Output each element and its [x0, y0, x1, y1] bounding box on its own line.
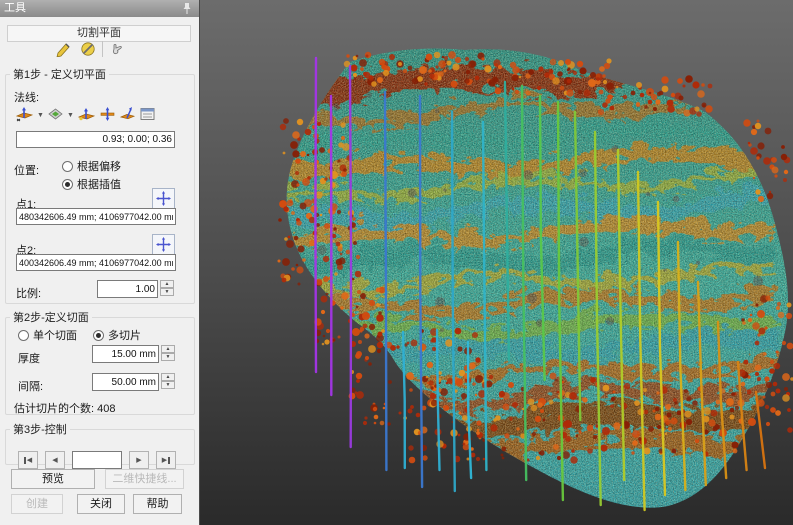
spin-down-button[interactable]: ▼	[161, 381, 175, 389]
spacing-value-field[interactable]	[92, 373, 159, 391]
step3-group: 第3步-控制 ◀ ◀ ▶ ▶	[5, 421, 195, 465]
view-normal-icon[interactable]	[47, 106, 64, 125]
step1-label: 第1步 - 定义切平面	[10, 66, 109, 82]
disable-plane-icon[interactable]	[78, 39, 98, 59]
edit-plane-icon[interactable]	[54, 39, 74, 59]
slice-count-label: 估计切片的个数:	[14, 403, 94, 415]
slice-count-estimate: 估计切片的个数: 408	[14, 400, 115, 416]
tools-dock-panel: 工具 切割平面 第1步 - 定义切平面 法线: ▼	[0, 0, 200, 525]
scale-value-field[interactable]	[97, 280, 158, 298]
dropdown-arrow-icon[interactable]: ▼	[67, 112, 74, 119]
dropdown-arrow-icon[interactable]: ▼	[37, 112, 44, 119]
last-slice-button[interactable]: ▶	[156, 451, 176, 469]
application-window: 工具 切割平面 第1步 - 定义切平面 法线: ▼	[0, 0, 793, 525]
slice-position-field[interactable]	[72, 451, 122, 469]
help-button[interactable]: 帮助	[133, 494, 182, 514]
radio-circle[interactable]	[18, 330, 29, 341]
scale-label: 比例:	[16, 285, 41, 301]
scale-spinbox: ▲▼	[97, 280, 174, 298]
spin-down-button[interactable]: ▼	[160, 288, 174, 296]
align-normal-icon[interactable]	[119, 106, 136, 125]
close-button[interactable]: 关闭	[77, 494, 125, 514]
radio-by-offset[interactable]: 根据偏移	[62, 158, 121, 174]
toolbar-separator	[102, 41, 103, 57]
spin-up-button[interactable]: ▲	[161, 345, 175, 353]
radio-single-section[interactable]: 单个切面	[18, 327, 77, 343]
plane-from-points-icon[interactable]	[77, 106, 96, 125]
radio-single-section-label: 单个切面	[33, 330, 77, 342]
first-slice-button[interactable]: ◀	[18, 451, 38, 469]
point2-value-field[interactable]	[16, 254, 176, 271]
spacing-spinbox: ▲▼	[92, 373, 175, 391]
spacing-label: 间隔:	[18, 378, 43, 394]
next-slice-button[interactable]: ▶	[129, 451, 149, 469]
radio-multi-slice[interactable]: 多切片	[93, 327, 141, 343]
step2-label: 第2步-定义切面	[10, 309, 92, 325]
step3-label: 第3步-控制	[10, 421, 70, 437]
invert-normal-icon[interactable]	[99, 106, 116, 125]
panel-title: 工具	[4, 2, 26, 14]
create-button[interactable]: 创建	[11, 494, 63, 514]
radio-by-value[interactable]: 根据插值	[62, 176, 121, 192]
pick-hand-icon[interactable]	[107, 39, 127, 59]
point1-value-field[interactable]	[16, 208, 176, 225]
pin-icon[interactable]	[181, 2, 193, 15]
radio-circle[interactable]	[62, 161, 73, 172]
normal-label: 法线:	[14, 89, 39, 105]
point1-pick-button[interactable]	[152, 188, 175, 209]
radio-by-value-label: 根据插值	[77, 179, 121, 191]
radio-circle[interactable]	[93, 330, 104, 341]
spin-up-button[interactable]: ▲	[160, 280, 174, 288]
normal-tools-row: ▼ ▼	[15, 106, 156, 125]
point2-pick-button[interactable]	[152, 234, 175, 255]
pointcloud-rockface[interactable]	[200, 0, 793, 525]
previous-slice-button[interactable]: ◀	[45, 451, 65, 469]
polyline-2d-button[interactable]: 二维快捷线...	[105, 469, 184, 489]
thickness-spinbox: ▲▼	[92, 345, 175, 363]
radio-circle[interactable]	[62, 179, 73, 190]
numeric-input-icon[interactable]	[139, 106, 156, 125]
viewport-3d[interactable]	[200, 0, 793, 525]
normal-value-field[interactable]	[16, 131, 175, 148]
axis-normal-icon[interactable]	[15, 106, 34, 125]
panel-titlebar[interactable]: 工具	[0, 0, 199, 17]
preview-button[interactable]: 预览	[11, 469, 95, 489]
slice-count-value: 408	[97, 403, 115, 415]
position-label: 位置:	[14, 162, 39, 178]
cutplane-toolbar	[54, 39, 127, 59]
slice-navigation: ◀ ◀ ▶ ▶	[18, 451, 176, 469]
spin-up-button[interactable]: ▲	[161, 373, 175, 381]
radio-multi-slice-label: 多切片	[108, 330, 141, 342]
spin-down-button[interactable]: ▼	[161, 353, 175, 361]
thickness-value-field[interactable]	[92, 345, 159, 363]
thickness-label: 厚度	[18, 350, 40, 366]
radio-by-offset-label: 根据偏移	[77, 161, 121, 173]
